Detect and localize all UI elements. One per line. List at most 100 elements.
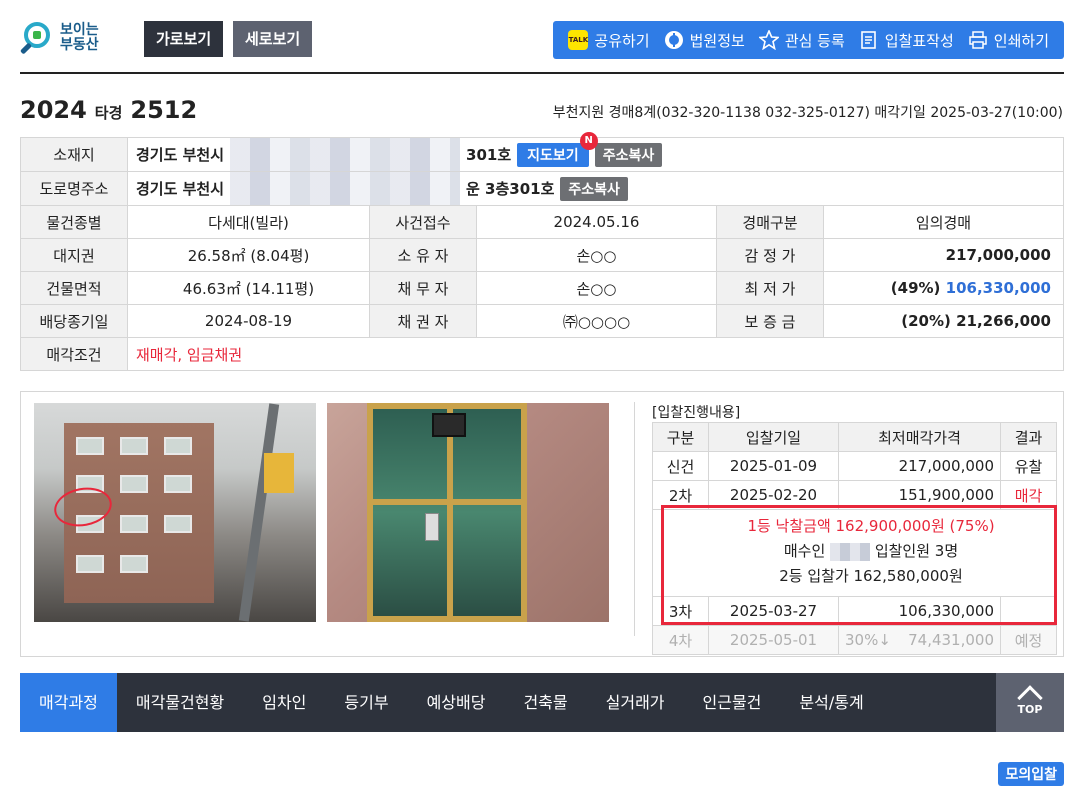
land-right-label: 대지권 <box>20 238 128 272</box>
toolbar: TALK 공유하기 법원정보 관심 등록 입찰표작성 인쇄하기 <box>553 21 1064 59</box>
case-number: 2024 타경 2512 <box>20 96 197 124</box>
court-info-button[interactable]: 법원정보 <box>657 21 752 59</box>
tab-nearby-properties[interactable]: 인근물건 <box>684 673 781 732</box>
date-cell: 2025-05-01 <box>708 625 839 655</box>
tab-expected-dividend[interactable]: 예상배당 <box>408 673 505 732</box>
building-entrance-photo[interactable] <box>327 403 609 622</box>
tab-tenant[interactable]: 임차인 <box>243 673 325 732</box>
progress-title: [입찰진행내용] <box>652 405 741 421</box>
minimum-price-value: (49%) 106,330,000 <box>823 271 1064 305</box>
col-round: 구분 <box>652 422 709 452</box>
tab-property-status[interactable]: 매각물건현황 <box>117 673 243 732</box>
table-row: 물건종별 다세대(빌라) 사건접수 2024.05.16 경매구분 임의경매 <box>20 205 1064 239</box>
star-icon <box>758 30 779 50</box>
location-suffix: 301호 <box>466 146 512 164</box>
price-cell: 30%↓ 74,431,000 <box>838 625 1001 655</box>
court-info-line: 부천지원 경매8계(032-320-1138 032-325-0127) 매각기… <box>552 105 1063 121</box>
printer-icon <box>968 30 988 50</box>
share-button[interactable]: TALK 공유하기 <box>561 21 656 59</box>
location-prefix: 경기도 부천시 <box>136 146 225 164</box>
map-view-button[interactable]: 지도보기 N <box>517 131 598 167</box>
court-icon <box>664 30 684 50</box>
appraisal-value: 217,000,000 <box>823 238 1064 272</box>
dividend-deadline-value: 2024-08-19 <box>127 304 370 338</box>
mock-bid-button[interactable]: 모의입찰 <box>998 762 1064 786</box>
round-cell: 신건 <box>652 451 709 481</box>
highlight-box <box>661 505 1057 625</box>
appraisal-label: 감 정 가 <box>716 238 824 272</box>
table-row: 매각조건 재매각, 임금채권 <box>20 337 1064 371</box>
document-icon <box>859 30 879 50</box>
logo-text: 보이는 부동산 <box>60 22 99 53</box>
owner-label: 소 유 자 <box>369 238 477 272</box>
col-result: 결과 <box>1000 422 1057 452</box>
future-price: 74,431,000 <box>908 631 994 649</box>
tab-sale-process[interactable]: 매각과정 <box>20 673 117 732</box>
bid-form-label: 입찰표작성 <box>884 31 954 50</box>
dividend-deadline-label: 배당종기일 <box>20 304 128 338</box>
road-suffix: 운 3층301호 <box>466 180 555 198</box>
watch-button[interactable]: 관심 등록 <box>752 21 852 59</box>
date-cell: 2025-01-09 <box>708 451 839 481</box>
logo[interactable]: 보이는 부동산 <box>19 20 99 56</box>
round-cell: 4차 <box>652 625 709 655</box>
owner-value: 손○○ <box>476 238 717 272</box>
result-cell: 유찰 <box>1000 451 1057 481</box>
tab-real-transaction[interactable]: 실거래가 <box>587 673 684 732</box>
minimum-price-label: 최 저 가 <box>716 271 824 305</box>
road-address-cell: 경기도 부천시 운 3층301호 주소복사 <box>127 171 1064 206</box>
sale-condition-label: 매각조건 <box>20 337 128 371</box>
tab-registry[interactable]: 등기부 <box>325 673 407 732</box>
case-kind: 타경 <box>94 104 123 122</box>
land-right-value: 26.58㎡ (8.04평) <box>127 238 370 272</box>
horizontal-view-button[interactable]: 가로보기 <box>144 21 224 57</box>
price-cell: 217,000,000 <box>838 451 1001 481</box>
case-received-label: 사건접수 <box>369 205 477 239</box>
case-serial: 2512 <box>130 96 198 124</box>
tab-building[interactable]: 건축물 <box>504 673 586 732</box>
bid-form-button[interactable]: 입찰표작성 <box>852 21 961 59</box>
kakao-talk-icon: TALK <box>568 30 589 50</box>
auction-type-label: 경매구분 <box>716 205 824 239</box>
share-label: 공유하기 <box>594 31 650 50</box>
print-label: 인쇄하기 <box>993 31 1049 50</box>
property-info-table: 소재지 경기도 부천시 301호 지도보기 N 주소복사 도로명주소 경기도 부천… <box>20 131 1064 371</box>
result-cell: 예정 <box>1000 625 1057 655</box>
col-price: 최저매각가격 <box>838 422 1001 452</box>
building-area-label: 건물면적 <box>20 271 128 305</box>
divider <box>634 402 635 636</box>
building-exterior-photo[interactable] <box>34 403 316 622</box>
road-prefix: 경기도 부천시 <box>136 180 225 198</box>
deposit-label: 보 증 금 <box>716 304 824 338</box>
debtor-value: 손○○ <box>476 271 717 305</box>
table-row: 신건 2025-01-09 217,000,000 유찰 <box>652 451 1057 481</box>
redacted-road-address <box>230 172 461 205</box>
table-row: 소재지 경기도 부천시 301호 지도보기 N 주소복사 <box>20 131 1064 172</box>
col-date: 입찰기일 <box>708 422 839 452</box>
discount-percent: 30%↓ <box>845 631 891 649</box>
copy-address-button[interactable]: 주소복사 <box>594 142 663 167</box>
table-row: 건물면적 46.63㎡ (14.11평) 채 무 자 손○○ 최 저 가 (49… <box>20 271 1064 305</box>
sale-condition-value: 재매각, 임금채권 <box>127 337 1064 371</box>
debtor-label: 채 무 자 <box>369 271 477 305</box>
minimum-price-amount: 106,330,000 <box>945 279 1051 297</box>
section-nav: 매각과정 매각물건현황 임차인 등기부 예상배당 건축물 실거래가 인근물건 분… <box>20 673 1064 732</box>
table-row: 대지권 26.58㎡ (8.04평) 소 유 자 손○○ 감 정 가 217,0… <box>20 238 1064 272</box>
location-label: 소재지 <box>20 137 128 172</box>
vertical-view-button[interactable]: 세로보기 <box>233 21 313 57</box>
magnifier-icon <box>19 20 56 56</box>
header: 보이는 부동산 가로보기 세로보기 TALK 공유하기 법원정보 관심 등록 입… <box>19 18 1064 74</box>
print-button[interactable]: 인쇄하기 <box>961 21 1056 59</box>
new-badge: N <box>579 131 598 150</box>
copy-road-address-button[interactable]: 주소복사 <box>560 176 628 201</box>
tab-analysis[interactable]: 분석/통계 <box>780 673 882 732</box>
creditor-label: 채 권 자 <box>369 304 477 338</box>
court-info-label: 법원정보 <box>689 31 745 50</box>
scroll-top-button[interactable]: TOP <box>996 673 1064 732</box>
redacted-address <box>230 138 461 171</box>
table-row: 배당종기일 2024-08-19 채 권 자 ㈜○○○○ 보 증 금 (20%)… <box>20 304 1064 338</box>
building-area-value: 46.63㎡ (14.11평) <box>127 271 370 305</box>
deposit-value: (20%) 21,266,000 <box>823 304 1064 338</box>
property-type-value: 다세대(빌라) <box>127 205 370 239</box>
table-header-row: 구분 입찰기일 최저매각가격 결과 <box>652 422 1057 452</box>
